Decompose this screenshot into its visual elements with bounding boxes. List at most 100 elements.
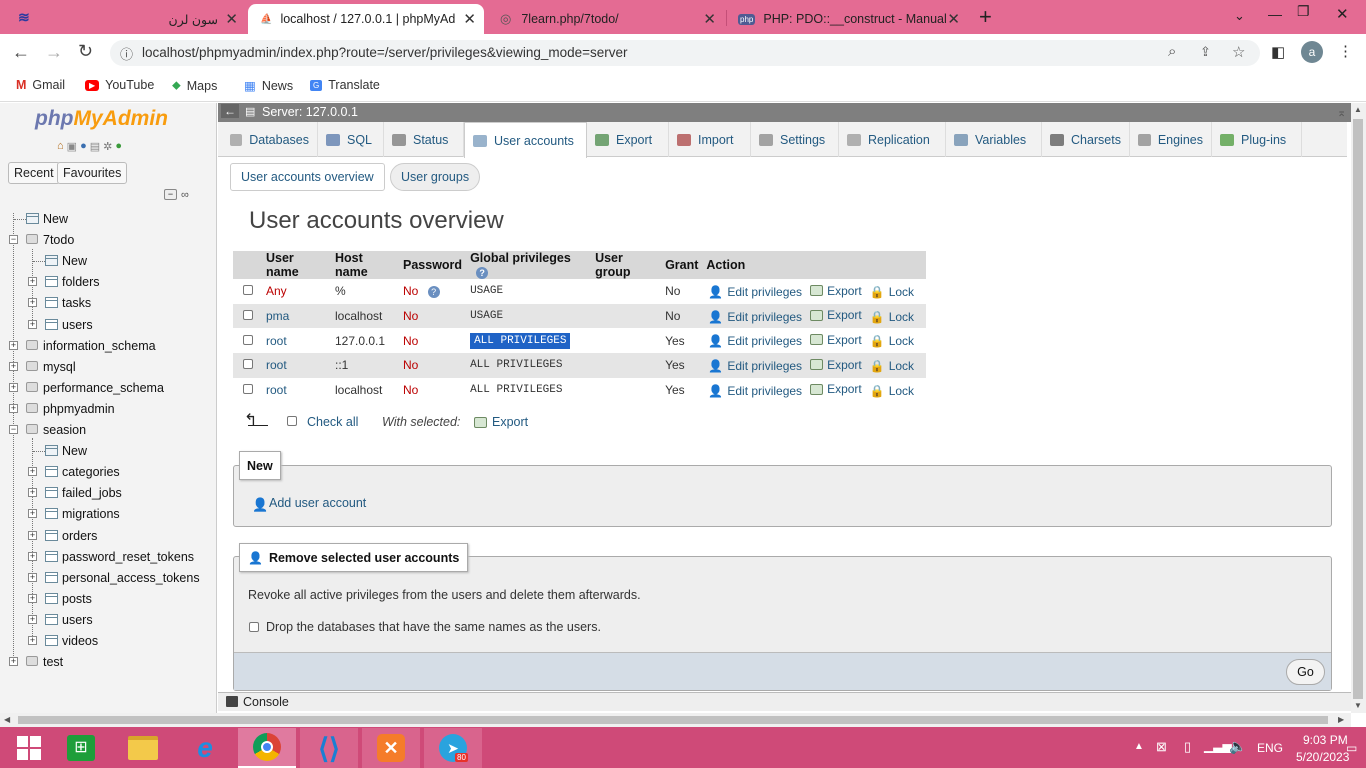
header-password[interactable]: Password [399, 251, 467, 279]
export-link[interactable]: Export [810, 284, 862, 298]
header-host-name[interactable]: Host name [331, 251, 399, 279]
tab-charsets[interactable]: Charsets [1042, 122, 1130, 157]
edit-privileges-link[interactable]: 👤 Edit privileges [708, 359, 802, 373]
browser-tab-2[interactable]: ⛵ localhost / 127.0.0.1 | phpMyAdm ✕ [248, 4, 484, 34]
browser-menu-icon[interactable]: ⋮ [1338, 42, 1353, 60]
expand-node-icon[interactable]: + [9, 361, 18, 371]
docs-icon[interactable]: ▤ [90, 140, 100, 153]
bookmark-star-icon[interactable]: ☆ [1232, 43, 1245, 61]
scroll-down-icon[interactable]: ▼ [1354, 701, 1362, 710]
tab-sql[interactable]: SQL [318, 122, 384, 157]
tree-table-item[interactable]: + password_reset_tokens [0, 547, 216, 567]
tree-table-item[interactable]: + posts [0, 589, 216, 609]
collapse-node-icon[interactable]: − [9, 235, 18, 245]
clock-date[interactable]: 5/20/2023 [1296, 750, 1349, 764]
drop-databases-checkbox[interactable] [249, 622, 259, 632]
tree-table-item[interactable]: + categories [0, 462, 216, 482]
lock-link[interactable]: 🔒 Lock [870, 285, 914, 299]
drop-databases-label[interactable]: Drop the databases that have the same na… [266, 620, 601, 634]
tree-table-item[interactable]: + tasks [0, 293, 216, 313]
export-link[interactable]: Export [810, 333, 862, 347]
profile-avatar[interactable]: a [1301, 41, 1323, 63]
tree-database-item[interactable]: + information_schema [0, 336, 216, 356]
tree-table-item[interactable]: + videos [0, 631, 216, 651]
bookmark-gmail[interactable]: M Gmail [16, 78, 65, 92]
collapse-sidebar-icon[interactable]: ← [221, 104, 239, 118]
logout-icon[interactable]: ▣ [67, 140, 77, 153]
subtab-user-accounts-overview[interactable]: User accounts overview [230, 163, 385, 191]
tree-table-item[interactable]: + users [0, 315, 216, 335]
server-breadcrumb[interactable]: Server: 127.0.0.1 [262, 105, 358, 119]
horizontal-scrollbar[interactable]: ◀ ▶ [0, 713, 1351, 727]
recent-button[interactable]: Recent [8, 162, 60, 184]
expand-node-icon[interactable]: + [9, 403, 18, 413]
zoom-search-icon[interactable]: ⌕ [1168, 43, 1176, 60]
export-selected-button[interactable]: Export [492, 415, 528, 429]
expand-node-icon[interactable]: + [28, 488, 37, 498]
tree-table-item[interactable]: + failed_jobs [0, 483, 216, 503]
expand-node-icon[interactable]: + [28, 572, 37, 582]
edit-privileges-link[interactable]: 👤 Edit privileges [708, 384, 802, 398]
scrollbar-thumb[interactable] [1353, 119, 1363, 699]
scroll-left-icon[interactable]: ◀ [4, 715, 10, 724]
close-tab-icon[interactable]: ✕ [463, 10, 476, 28]
favourites-button[interactable]: Favourites [57, 162, 128, 184]
tree-new-item[interactable]: New [0, 441, 216, 461]
tree-new-item[interactable]: New [0, 251, 216, 271]
export-link[interactable]: Export [810, 308, 862, 322]
tab-engines[interactable]: Engines [1130, 122, 1212, 157]
header-user-name[interactable]: User name [262, 251, 331, 279]
row-checkbox[interactable] [243, 285, 253, 296]
check-all-checkbox[interactable] [287, 416, 297, 426]
scroll-up-icon[interactable]: ▲ [1354, 105, 1362, 114]
bookmark-translate[interactable]: G Translate [310, 78, 380, 92]
link-with-main-icon[interactable]: ∞ [181, 189, 189, 201]
lock-link[interactable]: 🔒 Lock [870, 384, 914, 398]
bookmark-youtube[interactable]: ▶ YouTube [85, 78, 154, 92]
scroll-top-icon[interactable]: ⌅ [1337, 106, 1346, 119]
check-all-label[interactable]: Check all [307, 415, 358, 429]
reload-icon[interactable]: ↻ [78, 41, 93, 62]
back-arrow-icon[interactable]: ← [12, 42, 30, 63]
expand-node-icon[interactable]: + [9, 657, 18, 667]
expand-node-icon[interactable]: + [28, 509, 37, 519]
clock-time[interactable]: 9:03 PM [1303, 733, 1348, 747]
collapse-node-icon[interactable]: − [9, 425, 18, 434]
browser-tab-3[interactable]: ◎ 7learn.php/7todo/ ✕ [488, 4, 724, 34]
row-checkbox[interactable] [243, 310, 253, 321]
tree-table-item[interactable]: + folders [0, 272, 216, 292]
lock-link[interactable]: 🔒 Lock [870, 310, 914, 324]
tree-database-item[interactable]: + mysql [0, 357, 216, 377]
tree-database-item[interactable]: + phpmyadmin [0, 399, 216, 419]
scrollbar-thumb[interactable] [18, 716, 1328, 724]
minimize-icon[interactable]: — [1268, 6, 1282, 22]
go-button[interactable]: Go [1286, 659, 1325, 685]
taskbar-explorer[interactable] [114, 728, 172, 768]
export-link[interactable]: Export [810, 382, 862, 396]
tab-list-chevron-icon[interactable]: ⌄ [1234, 8, 1245, 24]
expand-node-icon[interactable]: + [28, 636, 37, 645]
row-checkbox[interactable] [243, 359, 253, 370]
edit-privileges-link[interactable]: 👤 Edit privileges [708, 285, 802, 299]
gear-icon[interactable]: ✲ [103, 140, 112, 153]
taskbar-vscode[interactable]: ⟨⟩ [300, 728, 358, 768]
lock-link[interactable]: 🔒 Lock [870, 334, 914, 348]
help-icon[interactable]: ? [476, 267, 489, 279]
bookmark-maps[interactable]: ⬥ Maps [172, 78, 217, 93]
expand-node-icon[interactable]: + [28, 467, 37, 477]
volume-icon[interactable]: 🔈 [1229, 738, 1246, 755]
tree-table-item[interactable]: + migrations [0, 504, 216, 524]
new-tab-button[interactable]: + [979, 4, 992, 30]
tree-table-item[interactable]: + orders [0, 526, 216, 546]
export-link[interactable]: Export [810, 358, 862, 372]
tree-database-item[interactable]: + performance_schema [0, 378, 216, 398]
tray-chevron-icon[interactable]: ▲ [1134, 741, 1144, 752]
console-bar[interactable]: Console [218, 692, 1351, 711]
help-icon[interactable]: ● [80, 140, 87, 153]
lock-link[interactable]: 🔒 Lock [870, 359, 914, 373]
header-global-privileges[interactable]: Global privileges ? [466, 251, 592, 279]
taskbar-ie[interactable]: e [176, 728, 234, 768]
tab-status[interactable]: Status [384, 122, 464, 157]
expand-node-icon[interactable]: + [28, 298, 37, 308]
tree-table-item[interactable]: + users [0, 610, 216, 630]
